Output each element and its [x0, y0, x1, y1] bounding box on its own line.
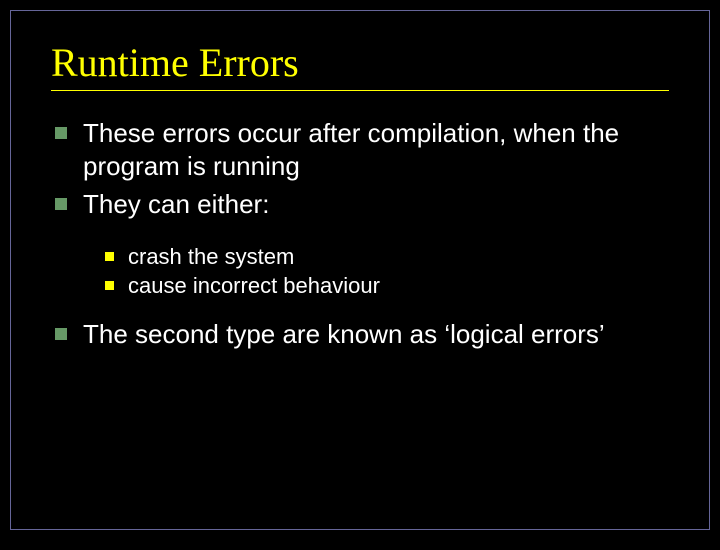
bullet-text: The second type are known as ‘logical er… — [83, 318, 605, 351]
slide-container: Runtime Errors These errors occur after … — [10, 10, 710, 530]
square-bullet-icon — [105, 281, 114, 290]
square-bullet-icon — [55, 328, 67, 340]
slide-title: Runtime Errors — [51, 39, 669, 86]
bullet-text: They can either: — [83, 188, 269, 221]
bullet-text: crash the system — [128, 243, 294, 271]
bullet-text: These errors occur after compilation, wh… — [83, 117, 669, 182]
list-item: The second type are known as ‘logical er… — [51, 318, 669, 351]
list-item-sub: cause incorrect behaviour — [51, 272, 669, 300]
spacer — [51, 227, 669, 243]
list-item: They can either: — [51, 188, 669, 221]
title-underline — [51, 90, 669, 91]
square-bullet-icon — [55, 127, 67, 139]
list-item: These errors occur after compilation, wh… — [51, 117, 669, 182]
list-item-sub: crash the system — [51, 243, 669, 271]
bullet-list: These errors occur after compilation, wh… — [51, 117, 669, 350]
spacer — [51, 302, 669, 318]
square-bullet-icon — [55, 198, 67, 210]
bullet-text: cause incorrect behaviour — [128, 272, 380, 300]
square-bullet-icon — [105, 252, 114, 261]
